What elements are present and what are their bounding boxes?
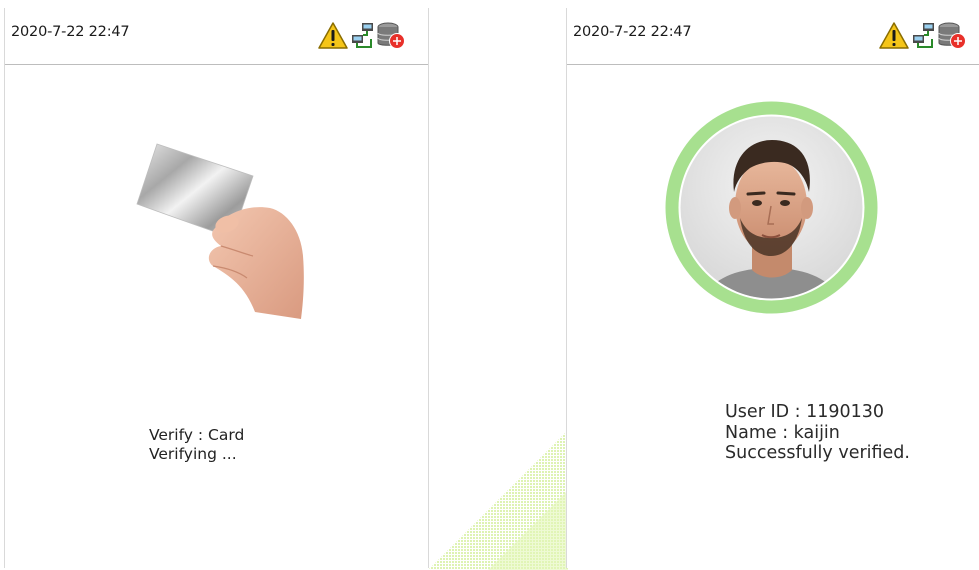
- user-name-label: Name : kaijin: [725, 422, 840, 443]
- verification-result: User ID : 1190130 Name : kaijin Successf…: [725, 402, 910, 464]
- verification-message: Verify : Card Verifying ...: [149, 426, 244, 464]
- background-accent-stripe: [428, 430, 568, 570]
- device-screen-verified: 2020-7-22 22:47 User ID: 1190130 Name:…: [566, 8, 979, 568]
- verifying-status: Verifying ...: [149, 445, 237, 463]
- datetime-label: 2020-7-22 22:47: [11, 24, 130, 40]
- user-photo: [665, 101, 878, 314]
- network-icon: [352, 23, 373, 48]
- device-screen-card-verify: 2020-7-22 22:47 Verify: Card Verifying …: [4, 8, 429, 568]
- status-bar: 2020-7-22 22:47: [567, 8, 979, 65]
- database-icon: [938, 22, 966, 49]
- warning-icon: [318, 22, 348, 49]
- verification-success-label: Successfully verified.: [725, 443, 910, 463]
- user-id-label: User ID : 1190130: [725, 402, 885, 422]
- card-tap-illustration: [136, 143, 304, 319]
- database-icon: [377, 22, 405, 49]
- verify-mode-label: Verify : Card: [149, 426, 245, 444]
- status-bar: 2020-7-22 22:47: [5, 8, 428, 65]
- warning-icon: [879, 22, 909, 49]
- datetime-label: 2020-7-22 22:47: [573, 24, 692, 40]
- network-icon: [913, 23, 934, 48]
